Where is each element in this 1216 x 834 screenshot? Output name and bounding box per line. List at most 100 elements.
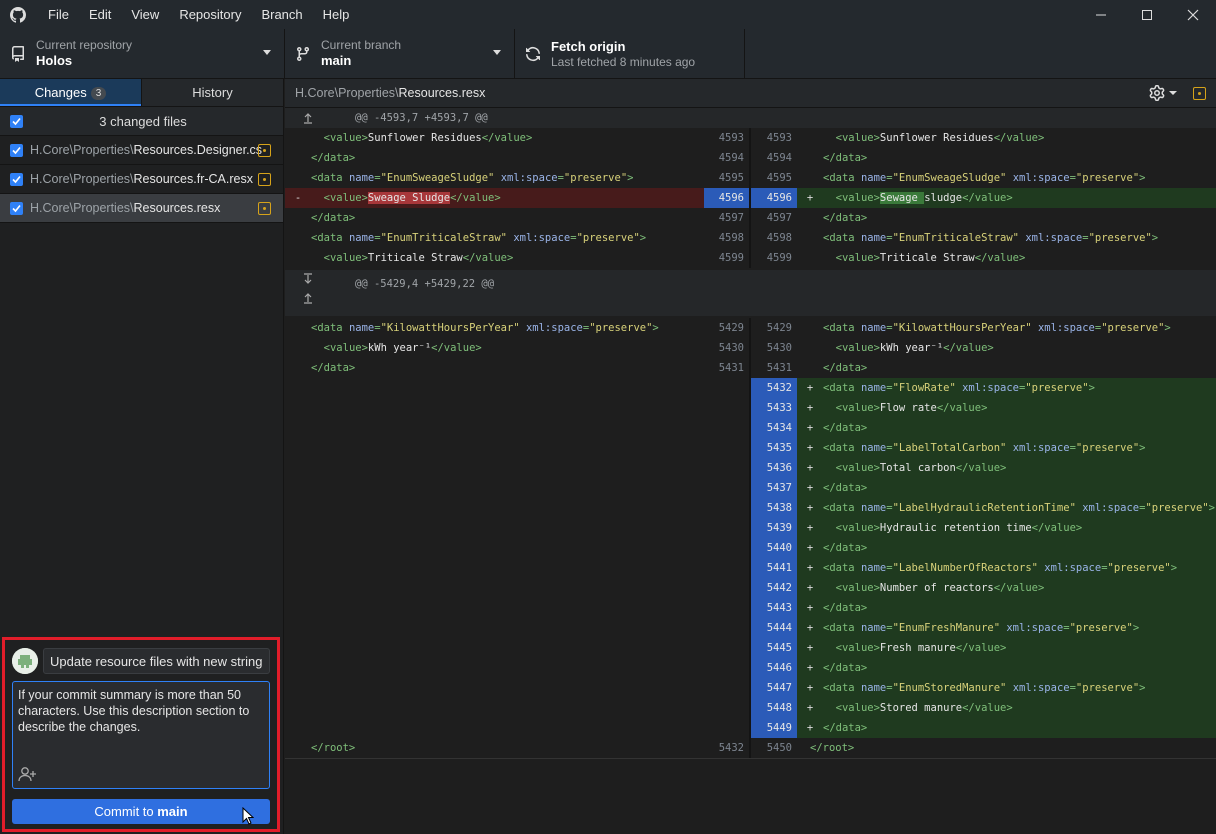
- mouse-cursor-icon: [242, 806, 255, 833]
- branch-title: Current branch: [321, 38, 402, 52]
- toolbar: Current repository Holos Current branch …: [0, 29, 1216, 79]
- file-row[interactable]: H.Core\Properties\Resources.resx: [0, 194, 283, 223]
- file-dir: H.Core\Properties\: [30, 201, 134, 215]
- minimize-button[interactable]: [1078, 0, 1124, 29]
- file-path: H.Core\Properties\Resources.Designer.cs: [30, 143, 262, 157]
- fetch-origin-button[interactable]: Fetch origin Last fetched 8 minutes ago: [515, 29, 745, 78]
- diff-line: <data name="KilowattHoursPerYear" xml:sp…: [285, 318, 1216, 338]
- hunk-header-text: @@ -5429,4 +5429,22 @@: [355, 278, 495, 290]
- fetch-subtitle: Last fetched 8 minutes ago: [551, 55, 696, 69]
- diff-line-added: 5448 + <value>Stored manure</value>: [285, 698, 1216, 718]
- commit-summary-input[interactable]: Update resource files with new string: [43, 647, 270, 674]
- diff-line-added: 5441 + <data name="LabelNumberOfReactors"…: [285, 558, 1216, 578]
- modified-icon: [258, 202, 271, 215]
- branch-icon: [295, 46, 311, 62]
- diff-line-added: 5439 + <value>Hydraulic retention time</…: [285, 518, 1216, 538]
- diff-file-dir: H.Core\Properties\: [295, 86, 399, 100]
- hunk-header-text: @@ -4593,7 +4593,7 @@: [355, 112, 488, 124]
- add-coauthor-icon[interactable]: [18, 766, 38, 782]
- changed-files-count: 3 changed files: [99, 113, 187, 129]
- expand-down-icon[interactable]: [301, 272, 315, 289]
- branch-name: main: [321, 53, 352, 68]
- diff-line: <data name="EnumTriticaleStraw" xml:spac…: [285, 228, 1216, 248]
- diff-line-added: 5432 + <data name="FlowRate" xml:space="p…: [285, 378, 1216, 398]
- diff-line: <value>Triticale Straw</value> 4599 4599 …: [285, 248, 1216, 268]
- sync-icon: [525, 46, 541, 62]
- diff-line: <value>Sunflower Residues</value> 4593 45…: [285, 128, 1216, 148]
- menu-repository[interactable]: Repository: [169, 0, 251, 29]
- file-name: Resources.resx: [133, 201, 221, 215]
- file-checkbox[interactable]: [10, 143, 23, 157]
- commit-description-input[interactable]: If your commit summary is more than 50 c…: [12, 681, 270, 789]
- diff-line-added: 5444 + <data name="EnumFreshManure" xml:s…: [285, 618, 1216, 638]
- diff-line: <value>kWh year⁻¹</value> 5430 5430 <valu…: [285, 338, 1216, 358]
- commit-button-branch: main: [157, 804, 188, 819]
- tab-changes[interactable]: Changes 3: [0, 79, 141, 106]
- title-bar: File Edit View Repository Branch Help: [0, 0, 1216, 29]
- diff-line-added: 5446 + </data>: [285, 658, 1216, 678]
- modified-icon: [258, 173, 271, 186]
- avatar: [12, 647, 38, 674]
- diff-settings-button[interactable]: [1149, 85, 1178, 101]
- modified-icon: [258, 144, 271, 157]
- fetch-title: Fetch origin: [551, 39, 626, 54]
- menu-edit[interactable]: Edit: [79, 0, 121, 29]
- menu-file[interactable]: File: [38, 0, 79, 29]
- hunk-expander: @@ -5429,4 +5429,22 @@: [285, 270, 1216, 316]
- diff-file-header: H.Core\Properties\ Resources.resx: [285, 79, 1216, 108]
- changes-count-badge: 3: [90, 87, 107, 100]
- commit-button-prefix: Commit to: [94, 804, 158, 819]
- menu-view[interactable]: View: [121, 0, 169, 29]
- diff-end-divider: [285, 758, 1216, 759]
- diff-line-changed: - <value>Sweage Sludge</value> 4596 4596 …: [285, 188, 1216, 208]
- diff-line-added: 5442 + <value>Number of reactors</value>: [285, 578, 1216, 598]
- expand-up-icon[interactable]: [301, 111, 315, 125]
- chevron-down-icon: [493, 50, 501, 55]
- commit-form: Update resource files with new string If…: [2, 637, 280, 832]
- diff-line-added: 5437 + </data>: [285, 478, 1216, 498]
- file-dir: H.Core\Properties\: [30, 172, 134, 186]
- repo-icon: [10, 45, 26, 62]
- diff-line: </data> 4594 4594 </data>: [285, 148, 1216, 168]
- diff-line: </data> 5431 5431 </data>: [285, 358, 1216, 378]
- current-branch-button[interactable]: Current branch main: [285, 29, 515, 78]
- file-path: H.Core\Properties\Resources.fr-CA.resx: [30, 172, 253, 186]
- tab-changes-label: Changes: [34, 85, 87, 100]
- file-row[interactable]: H.Core\Properties\Resources.fr-CA.resx: [0, 165, 283, 194]
- github-logo-icon: [10, 6, 26, 23]
- tab-history[interactable]: History: [141, 79, 283, 106]
- diff-line-added: 5445 + <value>Fresh manure</value>: [285, 638, 1216, 658]
- file-path: H.Core\Properties\Resources.resx: [30, 201, 220, 215]
- gear-icon: [1149, 85, 1165, 101]
- diff-line-added: 5447 + <data name="EnumStoredManure" xml:…: [285, 678, 1216, 698]
- diff-line-added: 5443 + </data>: [285, 598, 1216, 618]
- hunk-header: @@ -4593,7 +4593,7 @@: [285, 108, 1216, 128]
- menu-bar: File Edit View Repository Branch Help: [38, 0, 359, 29]
- commit-button[interactable]: Commit to main: [12, 799, 270, 825]
- diff-line: </root> 5432 5450 </root>: [285, 738, 1216, 758]
- diff-file-name: Resources.resx: [398, 86, 486, 100]
- diff-line-added: 5438 + <data name="LabelHydraulicRetentio…: [285, 498, 1216, 518]
- maximize-button[interactable]: [1124, 0, 1170, 29]
- diff-panel: H.Core\Properties\ Resources.resx @@ -459…: [285, 79, 1216, 834]
- sidebar-tabs: Changes 3 History: [0, 79, 283, 107]
- sidebar: Changes 3 History 3 changed files H.Core\…: [0, 79, 284, 834]
- diff-line-added: 5435 + <data name="LabelTotalCarbon" xml:…: [285, 438, 1216, 458]
- file-row[interactable]: H.Core\Properties\Resources.Designer.cs: [0, 136, 283, 165]
- repo-name: Holos: [36, 53, 73, 68]
- menu-help[interactable]: Help: [313, 0, 360, 29]
- menu-branch[interactable]: Branch: [251, 0, 312, 29]
- diff-line-added: 5436 + <value>Total carbon</value>: [285, 458, 1216, 478]
- expand-up-icon[interactable]: [301, 291, 315, 308]
- chevron-down-icon: [263, 50, 271, 55]
- select-all-checkbox[interactable]: [10, 114, 23, 128]
- file-checkbox[interactable]: [10, 172, 23, 186]
- current-repository-button[interactable]: Current repository Holos: [0, 29, 285, 78]
- close-button[interactable]: [1170, 0, 1216, 29]
- diff-line-added: 5449 + </data>: [285, 718, 1216, 738]
- file-name: Resources.fr-CA.resx: [133, 172, 253, 186]
- file-dir: H.Core\Properties\: [30, 143, 134, 157]
- file-checkbox[interactable]: [10, 201, 23, 215]
- commit-description-text: If your commit summary is more than 50 c…: [18, 688, 253, 734]
- window-controls: [1078, 0, 1216, 29]
